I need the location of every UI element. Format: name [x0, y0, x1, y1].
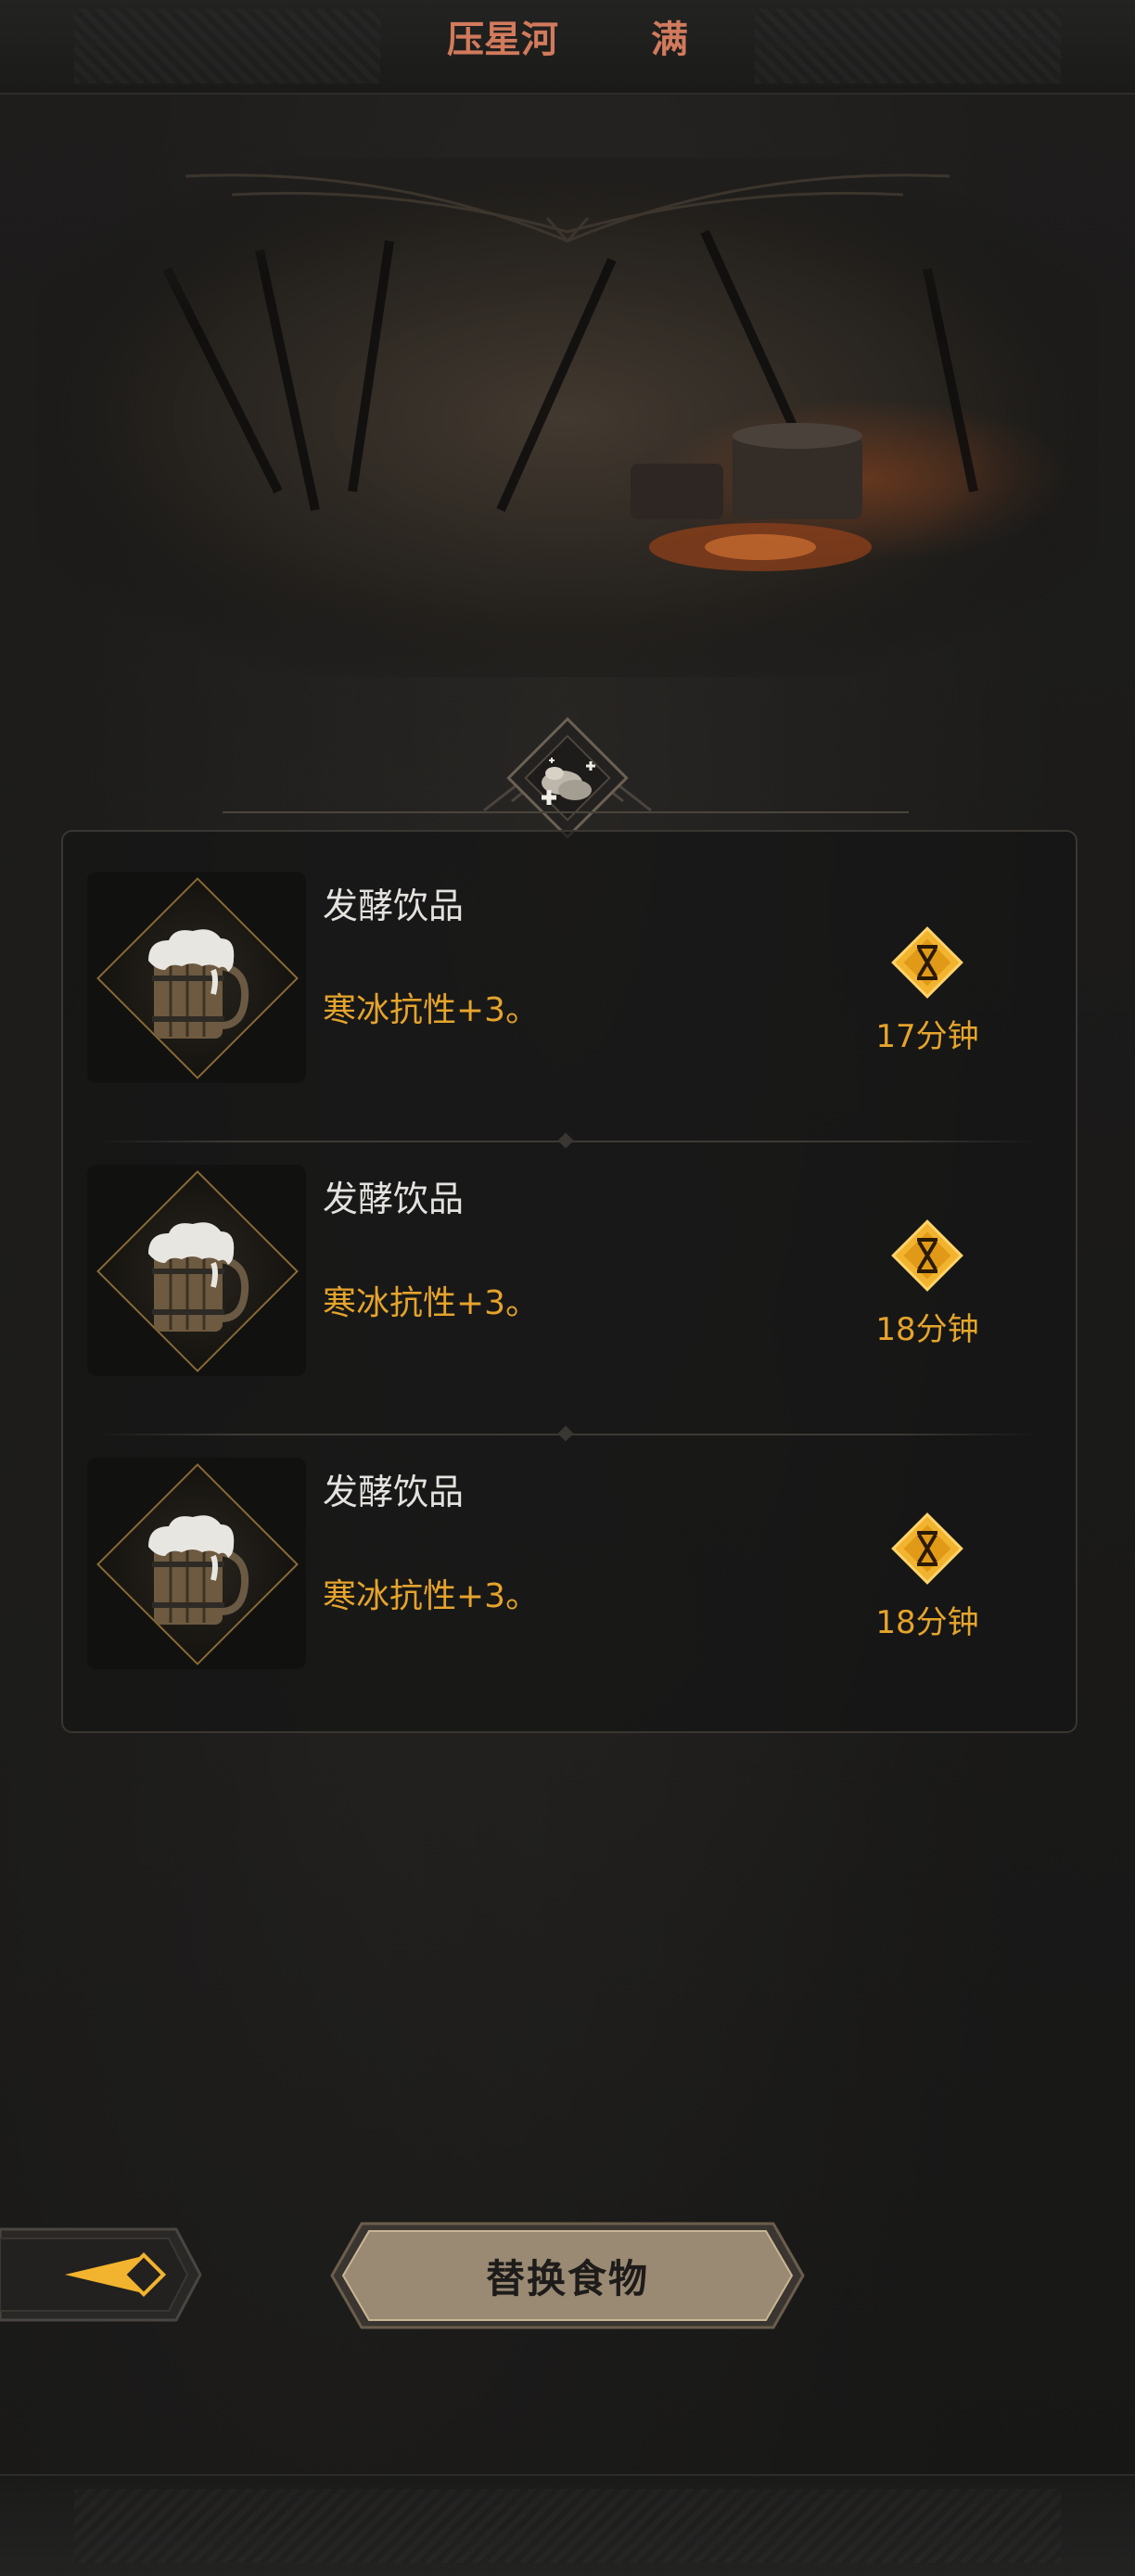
- duration-label: 18分钟: [875, 1311, 979, 1348]
- banner-ornament: [185, 173, 950, 244]
- hourglass-icon: [891, 926, 963, 999]
- beer-mug-icon: [148, 929, 249, 1039]
- hourglass-icon: [891, 1512, 963, 1585]
- duration-label: 18分钟: [875, 1604, 979, 1641]
- item-slot: [87, 1458, 306, 1669]
- row-divider: [93, 1141, 1039, 1142]
- bottom-frame: [0, 2474, 1135, 2576]
- row-divider: [93, 1434, 1039, 1435]
- replace-food-label: 替换食物: [485, 2255, 649, 2302]
- item-slot: [87, 872, 306, 1083]
- status-label: 满: [651, 18, 688, 61]
- food-row-1[interactable]: 发酵饮品 寒冰抗性+3。 17分钟: [87, 872, 1042, 1090]
- food-ration-emblem: [475, 708, 660, 848]
- item-slot: [87, 1165, 306, 1376]
- location-name: 压星河: [447, 18, 558, 61]
- beer-mug-icon: [148, 1515, 249, 1625]
- hourglass-icon: [891, 1219, 963, 1292]
- item-name: 发酵饮品: [323, 1472, 465, 1512]
- back-button[interactable]: [0, 2224, 206, 2326]
- beer-mug-icon: [148, 1222, 249, 1332]
- duration-label: 17分钟: [875, 1018, 979, 1055]
- bottom-ornament: [74, 2489, 1061, 2563]
- food-row-2[interactable]: 发酵饮品 寒冰抗性+3。 18分钟: [87, 1165, 1042, 1384]
- item-effect: 寒冰抗性+3。: [323, 1284, 540, 1322]
- replace-food-button[interactable]: 替换食物: [330, 2222, 805, 2329]
- food-row-3[interactable]: 发酵饮品 寒冰抗性+3。 18分钟: [87, 1458, 1042, 1677]
- header-title: 压星河 满: [0, 9, 1135, 65]
- item-effect: 寒冰抗性+3。: [323, 1577, 540, 1615]
- list-top-divider: [223, 811, 909, 813]
- item-name: 发酵饮品: [323, 886, 465, 926]
- item-effect: 寒冰抗性+3。: [323, 991, 540, 1029]
- item-name: 发酵饮品: [323, 1179, 465, 1219]
